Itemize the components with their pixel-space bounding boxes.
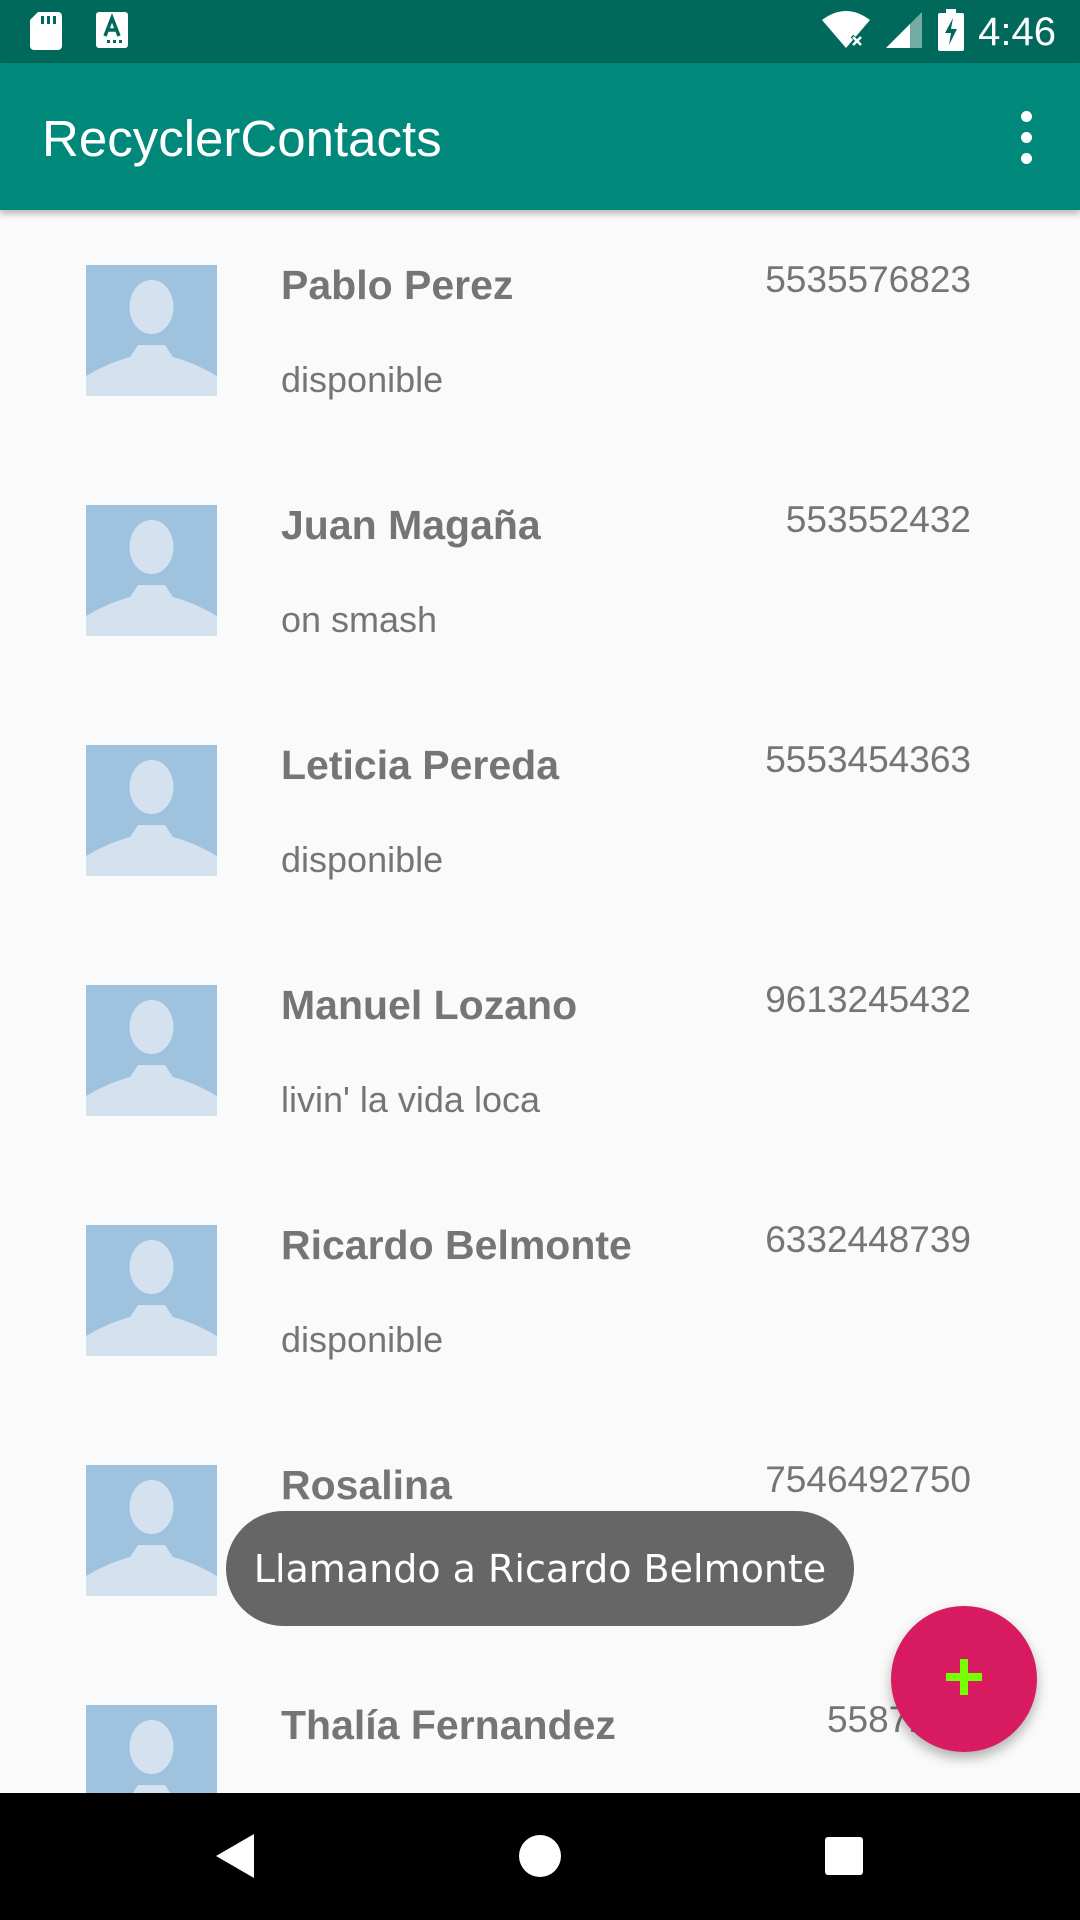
contact-name: Juan Magaña — [281, 502, 541, 548]
cell-signal-icon — [884, 10, 924, 55]
back-button[interactable] — [201, 1823, 271, 1893]
contact-phone: 5553454363 — [765, 739, 971, 780]
add-contact-button[interactable] — [891, 1606, 1037, 1752]
contact-status: livin' la vida loca — [281, 1079, 540, 1120]
sd-card-icon — [30, 12, 62, 55]
status-bar: 4:46 — [0, 0, 1080, 63]
avatar-placeholder-icon — [86, 745, 217, 876]
more-vert-icon — [1020, 110, 1032, 122]
contact-name: Rosalina — [281, 1462, 452, 1508]
navigation-bar — [0, 1793, 1080, 1920]
screen: 4:46 RecyclerContacts Pablo Perez dispon… — [0, 0, 1080, 1920]
app-title: RecyclerContacts — [42, 110, 442, 167]
status-time: 4:46 — [978, 10, 1056, 54]
app-bar: RecyclerContacts — [0, 63, 1080, 210]
contact-row[interactable]: Manuel Lozano livin' la vida loca 961324… — [0, 930, 1080, 1170]
contact-phone: 6332448739 — [765, 1219, 971, 1260]
contact-phone: 5535576823 — [765, 259, 971, 300]
contact-row[interactable]: Leticia Pereda disponible 5553454363 — [0, 690, 1080, 930]
text-a-icon — [96, 12, 128, 55]
back-icon — [214, 1832, 258, 1885]
battery-charging-icon — [938, 8, 965, 56]
contact-phone: 7546492750 — [765, 1459, 971, 1500]
plus-icon — [944, 1657, 984, 1702]
recents-button[interactable] — [809, 1823, 879, 1893]
avatar-placeholder-icon — [86, 1465, 217, 1596]
more-options-button[interactable] — [994, 101, 1058, 173]
avatar-placeholder-icon — [86, 1225, 217, 1356]
home-icon — [518, 1834, 562, 1883]
contact-phone: 553552432 — [785, 499, 971, 540]
avatar-placeholder-icon — [86, 505, 217, 636]
contact-status: disponible — [281, 359, 444, 400]
contact-row[interactable]: Juan Magaña on smash 553552432 — [0, 450, 1080, 690]
wifi-icon — [822, 10, 871, 55]
contact-name: Leticia Pereda — [281, 742, 560, 788]
toast-message: Llamando a Ricardo Belmonte — [226, 1511, 854, 1626]
contact-status: on smash — [281, 599, 438, 640]
contact-name: Thalía Fernandez — [281, 1702, 616, 1748]
contact-status: disponible — [281, 1319, 444, 1360]
avatar-placeholder-icon — [86, 1705, 217, 1793]
recents-icon — [824, 1836, 864, 1881]
avatar-placeholder-icon — [86, 265, 217, 396]
contact-row[interactable]: Pablo Perez disponible 5535576823 — [0, 210, 1080, 450]
contact-row[interactable]: Ricardo Belmonte disponible 6332448739 — [0, 1170, 1080, 1410]
home-button[interactable] — [505, 1823, 575, 1893]
contact-name: Ricardo Belmonte — [281, 1222, 632, 1268]
avatar-placeholder-icon — [86, 985, 217, 1116]
contact-status: disponible — [281, 839, 444, 880]
contact-phone: 9613245432 — [765, 979, 971, 1020]
contact-name: Manuel Lozano — [281, 982, 578, 1028]
contact-name: Pablo Perez — [281, 262, 514, 308]
